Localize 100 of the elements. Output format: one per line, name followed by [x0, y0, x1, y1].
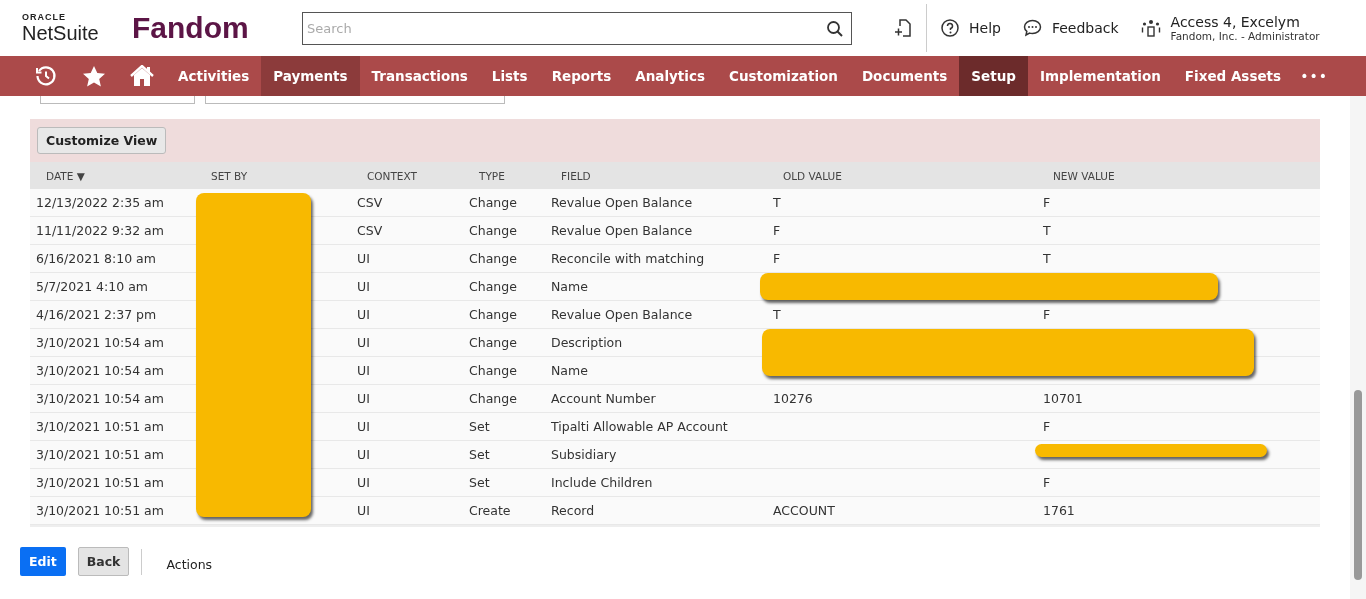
table-cell-text: 3/10/2021 10:54 am	[35, 391, 165, 406]
table-cell-text: CSV	[356, 195, 384, 210]
nav-tab[interactable]: Reports	[539, 56, 624, 96]
nav-tab[interactable]: Analytics	[623, 56, 717, 96]
table-cell-text: 3/10/2021 10:54 am	[35, 335, 165, 350]
logo-text: ORACLE	[22, 12, 67, 22]
table-cell-text: T	[772, 307, 782, 322]
more-menu[interactable]: •••	[1300, 68, 1328, 84]
help-link[interactable]: Help	[969, 20, 1001, 36]
table-cell-text: 3/10/2021 10:54 am	[35, 363, 165, 378]
help-icon[interactable]	[941, 19, 959, 37]
customize-view-button[interactable]: Customize View	[37, 127, 167, 154]
table-cell-text: Name	[550, 363, 589, 378]
table-cell-text: F	[1042, 475, 1052, 490]
table-cell-text: Change	[468, 223, 518, 238]
scrollbar-thumb[interactable]	[1354, 390, 1362, 580]
table-cell-text: 1761	[1042, 503, 1076, 518]
table-cell-text: 6/16/2021 8:10 am	[35, 251, 157, 266]
table-cell-text: 3/10/2021 10:51 am	[35, 503, 165, 518]
table-cell-text: UI	[356, 419, 371, 434]
table-cell-text: 10701	[1042, 391, 1084, 406]
table-cell-text: Change	[468, 279, 518, 294]
table-cell-text: 3/10/2021 10:51 am	[35, 447, 165, 462]
dropdown-field[interactable]	[40, 96, 195, 104]
table-cell-text: T	[1042, 223, 1052, 238]
table-cell-text: Account Number	[550, 391, 657, 406]
column-header[interactable]: OLD VALUE	[767, 169, 1037, 182]
table-cell-text: Change	[468, 363, 518, 378]
search-icon[interactable]	[826, 19, 844, 38]
table-cell-text: F	[1042, 307, 1052, 322]
edit-button[interactable]: Edit	[20, 547, 66, 576]
feedback-link[interactable]: Feedback	[1051, 20, 1119, 36]
column-header[interactable]: CONTEXT	[351, 169, 463, 182]
table-cell-text: Change	[468, 307, 518, 322]
column-header[interactable]: SET BY	[195, 169, 351, 182]
table-cell-text: T	[772, 195, 782, 210]
table-cell-text: 12/13/2022 2:35 am	[35, 195, 165, 210]
column-header[interactable]: FIELD	[545, 169, 767, 182]
nav-tab[interactable]: Customization	[717, 56, 850, 96]
table-cell-text: Change	[468, 391, 518, 406]
table-cell-text: T	[1042, 251, 1052, 266]
column-header[interactable]: DATE ▼	[30, 169, 195, 182]
people-icon[interactable]	[1140, 18, 1161, 38]
table-cell-text: F	[772, 223, 782, 238]
table-cell-text: Tipalti Allowable AP Account	[550, 419, 729, 434]
scrollbar[interactable]	[1350, 96, 1366, 599]
table-cell-text: CSV	[356, 223, 384, 238]
recent-history-icon[interactable]	[35, 65, 57, 87]
nav-tab[interactable]: Lists	[479, 56, 540, 96]
nav-tab[interactable]: Documents	[849, 56, 960, 96]
nav-tab[interactable]: Fixed Assets	[1172, 56, 1294, 96]
table-cell-text: Name	[550, 279, 589, 294]
table-cell-text: F	[772, 251, 782, 266]
user-role: Fandom, Inc. - Administrator	[1170, 30, 1320, 42]
nav-tab[interactable]: Implementation	[1027, 56, 1173, 96]
dropdown-field[interactable]	[205, 96, 505, 104]
chat-bubble-icon[interactable]	[1022, 19, 1042, 37]
table-cell-text: Revalue Open Balance	[550, 223, 694, 238]
table-cell-text: 3/10/2021 10:51 am	[35, 475, 165, 490]
table-cell-text: Record	[550, 503, 596, 518]
table-cell-text: 11/11/2022 9:32 am	[35, 223, 165, 238]
table-cell-text: UI	[356, 279, 371, 294]
column-header[interactable]: TYPE	[463, 169, 545, 182]
table-cell-text: UI	[356, 251, 371, 266]
table-cell-text: Include Children	[550, 475, 654, 490]
nav-tab[interactable]: Payments	[261, 56, 360, 96]
actions-menu[interactable]: Actions	[166, 557, 213, 572]
table-cell-text: Revalue Open Balance	[550, 195, 694, 210]
table-cell-text: Set	[468, 475, 491, 490]
nav-tab[interactable]: Activities	[166, 56, 262, 96]
table-cell-text: Set	[468, 419, 491, 434]
table-cell-text: UI	[356, 335, 371, 350]
table-cell-text: 10276	[772, 391, 814, 406]
table-cell-text: UI	[356, 391, 371, 406]
table-cell-text: 5/7/2021 4:10 am	[35, 279, 149, 294]
table-cell-text: Change	[468, 251, 518, 266]
table-cell-text: Subsidiary	[550, 447, 618, 462]
nav-tab[interactable]: Transactions	[359, 56, 480, 96]
table-cell-text: 3/10/2021 10:51 am	[35, 419, 165, 434]
brand-logo: Fandom	[132, 11, 250, 45]
table-cell-text: ACCOUNT	[772, 503, 836, 518]
table-cell-text: UI	[356, 363, 371, 378]
table-cell-text: 4/16/2021 2:37 pm	[35, 307, 158, 322]
user-name[interactable]: Access 4, Excelym	[1170, 14, 1320, 30]
table-cell-text: F	[1042, 195, 1052, 210]
add-page-icon[interactable]	[894, 18, 912, 38]
nav-tab[interactable]: Setup	[959, 56, 1028, 96]
star-icon[interactable]	[83, 65, 105, 87]
table-cell-text: UI	[356, 475, 371, 490]
table-cell-text: Revalue Open Balance	[550, 307, 694, 322]
table-cell-text: UI	[356, 307, 371, 322]
table-cell-text: Description	[550, 335, 624, 350]
back-button[interactable]: Back	[77, 547, 130, 576]
table-cell-text: Change	[468, 335, 518, 350]
table-cell-text: Change	[468, 195, 518, 210]
table-cell-text: UI	[356, 503, 371, 518]
column-header[interactable]: NEW VALUE	[1037, 169, 1320, 182]
home-icon[interactable]	[130, 65, 154, 87]
logo-text: NetSuite	[22, 22, 100, 44]
search-field[interactable]: Search	[302, 11, 852, 45]
